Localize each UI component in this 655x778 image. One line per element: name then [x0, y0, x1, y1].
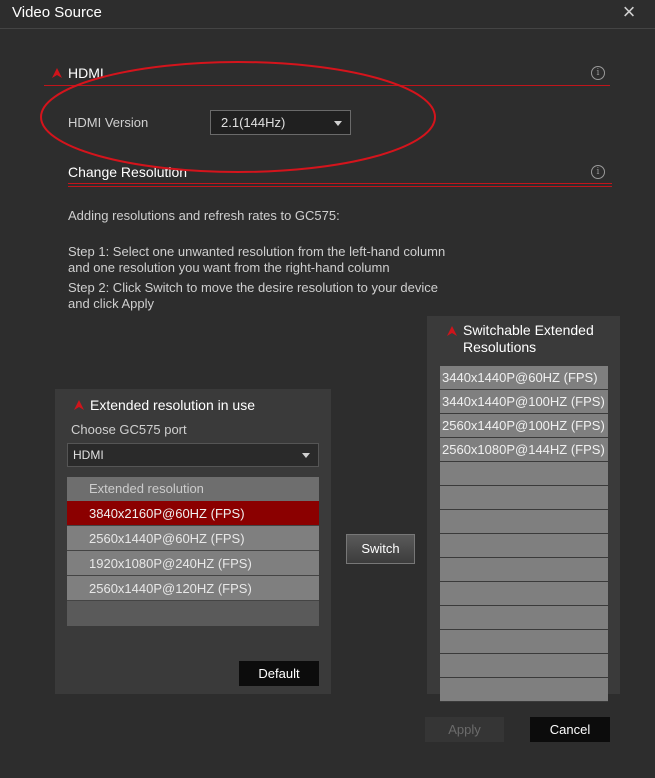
switch-button[interactable]: Switch: [346, 534, 415, 564]
intro-text: Adding resolutions and refresh rates to …: [68, 208, 340, 223]
list-item[interactable]: [440, 534, 608, 558]
list-item[interactable]: 3440x1440P@100HZ (FPS): [440, 390, 608, 414]
list-item[interactable]: [440, 462, 608, 486]
red-flag-icon: [74, 400, 84, 410]
port-value: HDMI: [73, 448, 104, 462]
info-icon[interactable]: i: [591, 66, 605, 80]
section-divider: [68, 183, 612, 184]
list-empty-row: [67, 601, 319, 626]
list-item[interactable]: [440, 582, 608, 606]
right-panel-title-line1: Switchable Extended: [463, 322, 594, 338]
default-button[interactable]: Default: [239, 661, 319, 686]
section-divider: [68, 186, 612, 187]
title-separator: [0, 28, 655, 29]
list-item[interactable]: 3440x1440P@60HZ (FPS): [440, 366, 608, 390]
step2-line2: and click Apply: [68, 296, 154, 311]
chevron-down-icon: [302, 453, 310, 458]
info-icon[interactable]: i: [591, 165, 605, 179]
list-item[interactable]: [440, 654, 608, 678]
list-item[interactable]: 1920x1080P@240HZ (FPS): [67, 551, 319, 576]
window-title: Video Source: [12, 4, 102, 21]
close-icon[interactable]: ×: [619, 1, 639, 23]
extended-resolution-list: 3840x2160P@60HZ (FPS) 2560x1440P@60HZ (FP…: [67, 501, 319, 601]
cancel-button[interactable]: Cancel: [530, 717, 610, 742]
list-item[interactable]: [440, 678, 608, 702]
step2-line1: Step 2: Click Switch to move the desire …: [68, 280, 438, 295]
list-item[interactable]: 3840x2160P@60HZ (FPS): [67, 501, 319, 526]
list-item[interactable]: [440, 558, 608, 582]
list-item[interactable]: [440, 510, 608, 534]
switchable-resolution-list: 3440x1440P@60HZ (FPS) 3440x1440P@100HZ (F…: [440, 366, 608, 702]
list-item[interactable]: [440, 630, 608, 654]
list-item[interactable]: 2560x1440P@120HZ (FPS): [67, 576, 319, 601]
list-item[interactable]: 2560x1080P@144HZ (FPS): [440, 438, 608, 462]
list-item[interactable]: [440, 606, 608, 630]
right-panel-title-line2: Resolutions: [463, 339, 537, 355]
list-item[interactable]: 2560x1440P@100HZ (FPS): [440, 414, 608, 438]
step1-line1: Step 1: Select one unwanted resolution f…: [68, 244, 446, 259]
port-dropdown[interactable]: HDMI: [67, 443, 319, 467]
port-label: Choose GC575 port: [71, 422, 187, 437]
red-flag-icon: [447, 326, 457, 336]
list-header: Extended resolution: [67, 477, 319, 501]
step1-line2: and one resolution you want from the rig…: [68, 260, 390, 275]
left-panel-title: Extended resolution in use: [90, 397, 255, 413]
annotation-ellipse: [40, 61, 436, 173]
apply-button[interactable]: Apply: [425, 717, 504, 742]
list-item[interactable]: 2560x1440P@60HZ (FPS): [67, 526, 319, 551]
list-item[interactable]: [440, 486, 608, 510]
